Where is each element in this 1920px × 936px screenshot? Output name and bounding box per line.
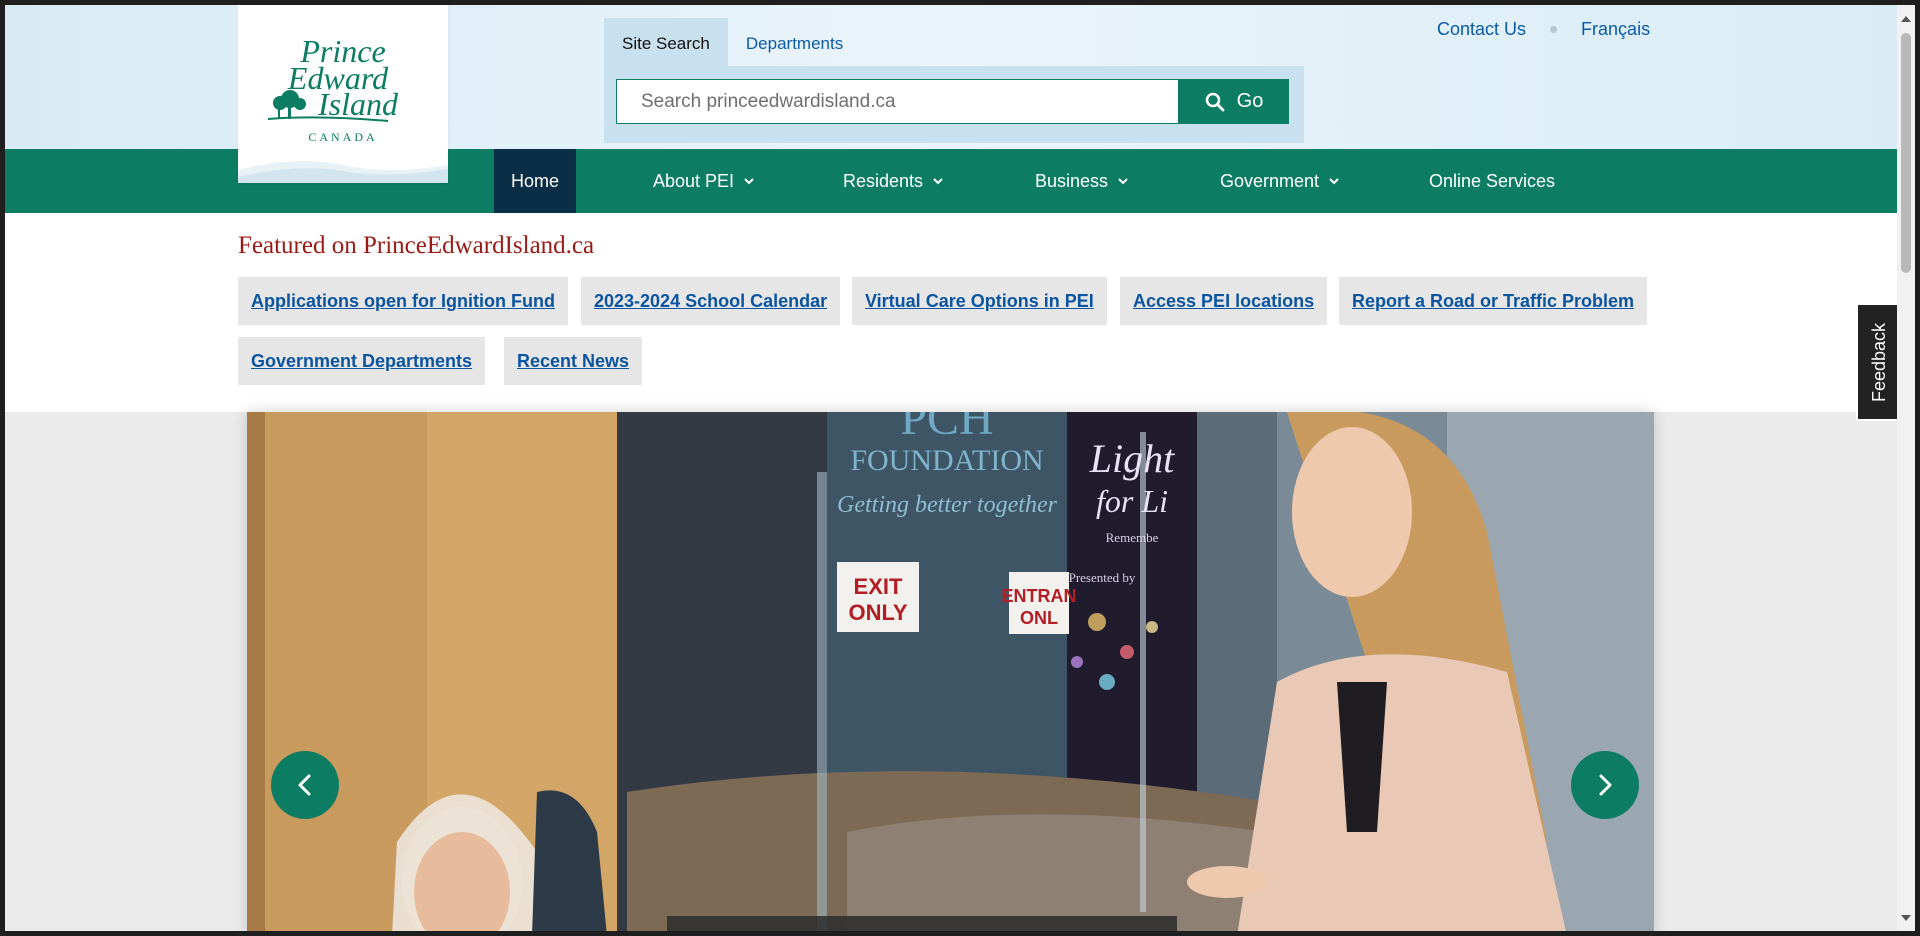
carousel-photo: EXIT ONLY ENTRAN ONL PCH FOUNDATION Gett… [247,412,1654,931]
chevron-down-icon [1118,177,1128,184]
featured-link-government-departments[interactable]: Government Departments [238,337,486,385]
hero-carousel: EXIT ONLY ENTRAN ONL PCH FOUNDATION Gett… [247,412,1654,931]
carousel-next-button[interactable] [1571,751,1639,819]
language-toggle-link[interactable]: Français [1581,19,1650,40]
photo-entrance-sign-line1: ENTRAN [1002,586,1077,606]
tab-site-search[interactable]: Site Search [604,18,728,70]
logo-graphic: Prince Edward Island CANADA [238,33,448,183]
featured-title: Featured on PrinceEdwardIsland.ca [238,232,595,259]
photo-banner-script-2: for Li [1096,483,1168,519]
featured-link-road-problem[interactable]: Report a Road or Traffic Problem [1339,277,1648,325]
nav-item-about-pei[interactable]: About PEI [653,149,754,213]
search-input[interactable] [616,79,1179,124]
chevron-left-icon [298,774,311,796]
photo-banner-script: Light [1089,436,1175,481]
nav-item-label: Residents [843,170,924,191]
browser-viewport: Prince Edward Island CANADA Site Search … [5,5,1897,931]
nav-item-label: Home [510,170,559,191]
utility-links: Contact Us Français [1437,19,1650,40]
nav-item-government[interactable]: Government [1220,149,1339,213]
photo-entrance-sign-line2: ONL [1020,608,1058,628]
chevron-right-icon [1599,774,1612,796]
nav-item-label: Online Services [1429,170,1556,191]
utility-separator [1550,26,1558,33]
triangle-down-icon [1901,914,1911,921]
page-scrollbar[interactable] [1897,5,1915,931]
search-icon [1205,92,1225,111]
featured-section: Featured on PrinceEdwardIsland.ca Applic… [5,213,1897,412]
contact-us-link[interactable]: Contact Us [1437,19,1526,40]
chevron-down-icon [744,177,754,184]
search-tabs: Site Search Departments [604,18,861,70]
photo-exit-sign-line2: ONLY [848,600,907,625]
nav-item-label: About PEI [653,170,735,191]
nav-item-online-services[interactable]: Online Services [1429,149,1555,213]
photo-foundation-tagline: Getting better together [837,492,1058,518]
photo-banner-small: Remembe [1106,530,1159,545]
tab-departments[interactable]: Departments [728,18,861,70]
featured-link-access-pei[interactable]: Access PEI locations [1120,277,1328,325]
nav-item-business[interactable]: Business [1035,149,1128,213]
triangle-up-icon [1901,15,1911,22]
feedback-label: Feedback [1869,322,1890,402]
pei-logo[interactable]: Prince Edward Island CANADA [238,5,448,183]
photo-banner-presented: Presented by [1069,570,1136,585]
scroll-down-arrow[interactable] [1897,909,1915,927]
feedback-tab[interactable]: Feedback [1856,303,1897,421]
chevron-down-icon [1329,177,1339,184]
logo-country: CANADA [308,130,377,144]
scrollbar-thumb[interactable] [1901,33,1911,273]
scroll-up-arrow[interactable] [1897,9,1915,27]
site-header: Prince Edward Island CANADA Site Search … [5,5,1897,183]
search-go-button[interactable]: Go [1179,79,1289,124]
featured-link-school-calendar[interactable]: 2023-2024 School Calendar [581,277,841,325]
logo-line3: Island [317,86,399,122]
nav-item-label: Business [1035,170,1109,191]
photo-foundation-name: FOUNDATION [850,444,1043,477]
carousel-prev-button[interactable] [271,751,339,819]
featured-link-ignition-fund[interactable]: Applications open for Ignition Fund [238,277,568,325]
photo-foundation-top: PCH [900,412,993,445]
nav-item-label: Government [1220,170,1320,191]
featured-link-virtual-care[interactable]: Virtual Care Options in PEI [852,277,1107,325]
featured-link-recent-news[interactable]: Recent News [504,337,643,385]
search-panel: Go [604,66,1304,143]
nav-item-residents[interactable]: Residents [843,149,943,213]
photo-exit-sign-line1: EXIT [854,574,903,599]
search-button-label: Go [1236,90,1264,112]
nav-item-home[interactable]: Home [494,149,576,213]
chevron-down-icon [933,177,943,184]
